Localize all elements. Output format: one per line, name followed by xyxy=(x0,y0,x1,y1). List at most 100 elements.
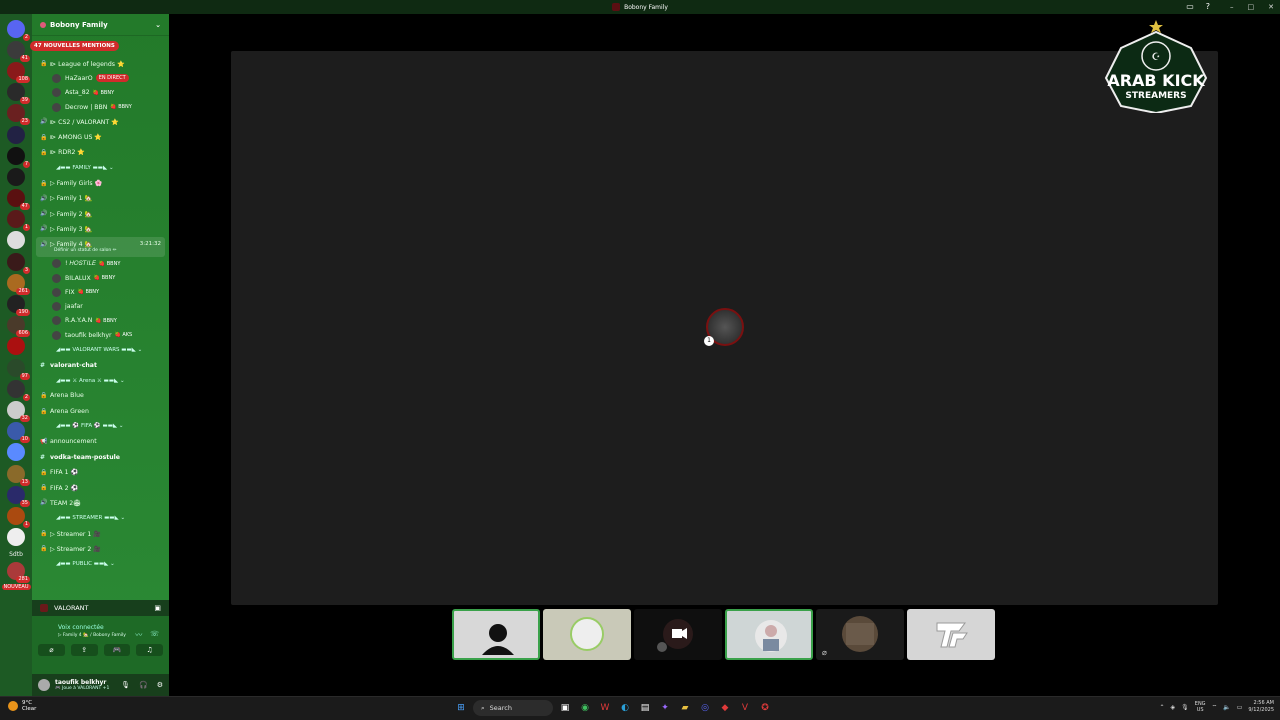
server-icon[interactable] xyxy=(7,231,25,250)
server-icon[interactable]: 190 xyxy=(7,295,30,317)
server-icon[interactable] xyxy=(7,167,25,186)
user-avatar[interactable] xyxy=(38,679,50,691)
participant-tile[interactable] xyxy=(452,609,540,660)
voice-user[interactable]: R.A.Y.A.N 🍓 BBNY xyxy=(36,314,165,328)
voice-user[interactable]: HaZaarO EN DIRECT xyxy=(36,71,165,85)
participant-tile[interactable] xyxy=(907,609,995,660)
server-icon[interactable]: 13 xyxy=(7,464,30,486)
participant-tile[interactable] xyxy=(725,609,813,660)
language-indicator[interactable]: ENG US xyxy=(1195,701,1206,713)
taskbar-search[interactable]: ⌕ Search xyxy=(473,700,553,716)
wifi-icon[interactable]: ⌔ xyxy=(1212,703,1218,711)
server-icon[interactable]: 7 xyxy=(7,146,30,168)
server-icon[interactable] xyxy=(7,528,25,547)
task-view-icon[interactable]: ▣ xyxy=(557,700,573,716)
channel-item[interactable]: 🔒 FIFA 1 ⚽ xyxy=(36,465,165,480)
server-icon[interactable]: 281 xyxy=(7,562,30,584)
valorant-taskbar-icon[interactable]: V xyxy=(737,700,753,716)
server-icon[interactable]: 606 xyxy=(7,316,30,338)
chrome-icon[interactable]: ◉ xyxy=(577,700,593,716)
clock[interactable]: 2:56 AM 9/12/2025 xyxy=(1248,700,1274,714)
channel-item[interactable]: 🔊 ▷ Family 1 🏡 xyxy=(36,191,165,206)
participant-tile[interactable]: ⌀ xyxy=(816,609,904,660)
server-icon[interactable]: 47 xyxy=(7,189,30,211)
soundboard-button[interactable]: ♫ xyxy=(136,644,163,656)
inbox-icon[interactable]: ▭ xyxy=(1186,2,1194,11)
server-header[interactable]: Bobony Family ⌄ xyxy=(32,14,169,36)
channel-item[interactable]: 🔒 FIFA 2 ⚽ xyxy=(36,480,165,495)
voice-user[interactable]: jaafar xyxy=(36,299,165,313)
screen-share-button[interactable]: ⇪ xyxy=(70,644,98,656)
activity-bar[interactable]: VALORANT ▣ xyxy=(32,600,169,616)
camera-off-button[interactable]: ⌀ xyxy=(38,644,65,656)
server-icon[interactable]: 3 xyxy=(7,252,30,274)
server-icon[interactable]: 2 xyxy=(7,379,30,401)
mentions-badge[interactable]: 47 NOUVELLES MENTIONS xyxy=(30,41,119,51)
server-icon[interactable]: 32 xyxy=(7,400,30,422)
voice-user[interactable]: FIX 🍓 BBNY xyxy=(36,285,165,299)
server-icon[interactable]: 108 xyxy=(7,61,30,83)
minimize-button[interactable]: – xyxy=(1230,0,1234,14)
voice-user[interactable]: BILALUX 🍓 BBNY xyxy=(36,271,165,285)
channel-item[interactable]: 🔒 ⧐ RDR2 ⭐ xyxy=(36,145,165,160)
text-channel-item[interactable]: # valorant-chat xyxy=(36,358,165,373)
voice-user[interactable]: Decrow | BBN 🍓 BBNY xyxy=(36,100,165,114)
participant-tile[interactable] xyxy=(543,609,631,660)
copilot-icon[interactable]: ✦ xyxy=(657,700,673,716)
channel-item[interactable]: 🔒 ⧐ AMONG US ⭐ xyxy=(36,129,165,144)
tray-mic-icon[interactable]: 🎙 xyxy=(1181,704,1189,711)
maximize-button[interactable]: □ xyxy=(1248,0,1255,14)
channel-item[interactable]: 📢 announcement xyxy=(36,434,165,449)
headphones-icon[interactable]: 🎧 xyxy=(139,681,148,689)
disconnect-icon[interactable]: ☏ xyxy=(150,630,159,640)
voice-user[interactable]: ! 𝐻𝑂𝑆𝑇𝐼𝐿𝐸 🍓 BBNY xyxy=(36,257,165,271)
server-icon[interactable]: 261 xyxy=(7,273,30,295)
file-explorer-icon[interactable]: ▰ xyxy=(677,700,693,716)
server-icon[interactable]: 35 xyxy=(7,485,30,507)
volume-icon[interactable]: 🔈 xyxy=(1223,704,1230,711)
riot-icon[interactable]: ✪ xyxy=(757,700,773,716)
voice-user[interactable]: taoufik belkhyr 🍓 AKS xyxy=(36,328,165,342)
edge-icon[interactable]: ◐ xyxy=(617,700,633,716)
weather-widget[interactable]: 9°C Clear xyxy=(8,700,36,712)
channel-status[interactable]: Définir un statut de salon ✏ xyxy=(40,248,165,253)
start-icon[interactable]: ⊞ xyxy=(453,700,469,716)
server-icon[interactable]: 10 xyxy=(7,422,30,444)
server-icon[interactable]: 41 xyxy=(7,40,30,62)
channel-item-active[interactable]: 🔊 ▷ Family 4 🏡 3:21:32 Définir un statut de… xyxy=(36,236,165,257)
channel-item[interactable]: 🔒 ▷ Streamer 2 🎥 xyxy=(36,541,165,556)
channel-item[interactable]: 🔊 ▷ Family 2 🏡 xyxy=(36,206,165,221)
chevron-up-icon[interactable]: ⌃ xyxy=(1160,704,1165,711)
server-label[interactable]: Sdtb xyxy=(9,551,23,558)
server-icon[interactable]: 1 xyxy=(7,506,30,528)
participant-tile[interactable] xyxy=(634,609,722,660)
channel-item[interactable]: 🔒 Arena Green xyxy=(36,404,165,419)
app-red-icon[interactable]: ◆ xyxy=(717,700,733,716)
channel-item[interactable]: 🔒 Arena Blue xyxy=(36,388,165,403)
screen-icon[interactable]: ▣ xyxy=(154,604,161,612)
noise-suppression-icon[interactable]: 〰 xyxy=(135,630,142,640)
activities-button[interactable]: 🎮 xyxy=(103,644,131,656)
discord-icon[interactable]: ◎ xyxy=(697,700,713,716)
server-icon[interactable]: 39 xyxy=(7,83,30,105)
tray-app-icon[interactable]: ◈ xyxy=(1171,704,1176,711)
server-icon[interactable]: 2 xyxy=(7,19,30,41)
text-channel-item[interactable]: # vodka-team-postule xyxy=(36,449,165,464)
channel-item[interactable]: 🔊 ▷ Family 3 🏡 xyxy=(36,221,165,236)
battery-icon[interactable]: ▭ xyxy=(1237,704,1243,711)
help-icon[interactable]: ? xyxy=(1206,2,1210,11)
close-button[interactable]: ✕ xyxy=(1268,0,1274,14)
wps-icon[interactable]: W xyxy=(597,700,613,716)
channel-item[interactable]: 🔊 TEAM 2🏟 xyxy=(36,495,165,510)
server-icon[interactable] xyxy=(7,125,25,144)
server-icon[interactable]: 97 xyxy=(7,358,30,380)
server-icon[interactable]: 23 xyxy=(7,104,30,126)
channel-item[interactable]: 🔒 ⧐ League of legends ⭐ xyxy=(36,56,165,71)
mic-icon[interactable]: 🎙 xyxy=(121,681,130,689)
channel-item[interactable]: 🔒 ▷ Family Girls 🌸 xyxy=(36,175,165,190)
server-icon[interactable] xyxy=(7,443,25,462)
chevron-down-icon[interactable]: ⌄ xyxy=(155,21,161,29)
channel-item[interactable]: 🔊 ⧐ CS2 / VALORANT ⭐ xyxy=(36,114,165,129)
server-icon[interactable]: 1 xyxy=(7,210,30,232)
channel-item[interactable]: 🔒 ▷ Streamer 1 🎥 xyxy=(36,526,165,541)
